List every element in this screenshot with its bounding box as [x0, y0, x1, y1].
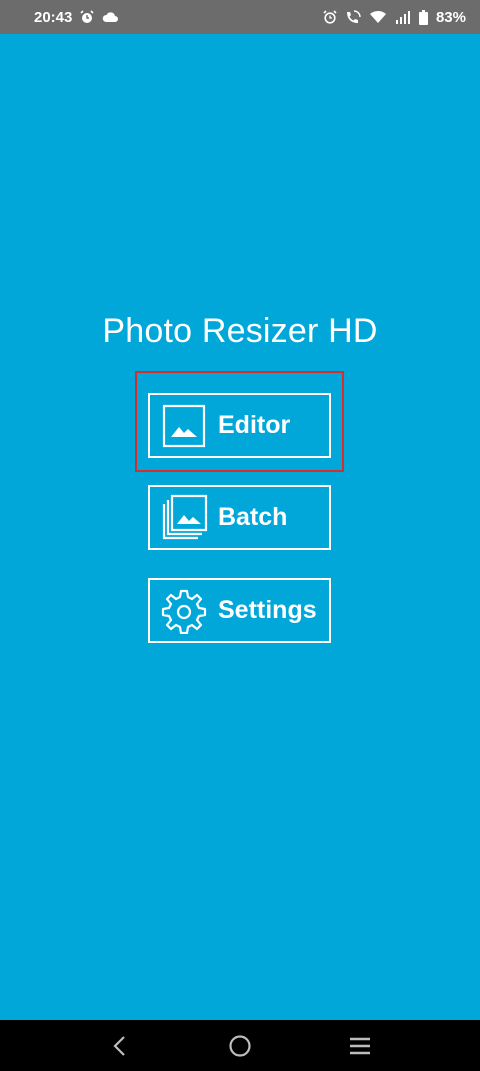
wifi-call-icon: [345, 9, 361, 25]
recents-icon[interactable]: [336, 1022, 384, 1070]
signal-icon: [395, 10, 411, 24]
status-bar: 20:43 83%: [0, 0, 480, 34]
wifi-icon: [369, 10, 387, 24]
back-icon[interactable]: [96, 1022, 144, 1070]
gear-icon: [158, 585, 210, 637]
editor-label: Editor: [218, 411, 291, 439]
settings-button[interactable]: Settings: [148, 578, 331, 643]
home-icon[interactable]: [216, 1022, 264, 1070]
batch-label: Batch: [218, 503, 288, 531]
status-time: 20:43: [34, 8, 73, 26]
alarm-icon: [323, 10, 337, 24]
battery-icon: [418, 9, 428, 25]
app-title: Photo Resizer HD: [102, 312, 378, 350]
status-left: 20:43: [34, 8, 119, 26]
status-right: 83%: [323, 9, 466, 26]
stacked-images-icon: [158, 492, 210, 544]
battery-percent: 83%: [435, 8, 466, 26]
alarm-icon: [80, 10, 94, 24]
cloud-icon: [102, 11, 119, 23]
navigation-bar: [0, 1020, 480, 1071]
settings-label: Settings: [218, 596, 317, 624]
editor-button[interactable]: Editor: [148, 393, 331, 458]
batch-button[interactable]: Batch: [148, 485, 331, 550]
image-icon: [158, 400, 210, 452]
